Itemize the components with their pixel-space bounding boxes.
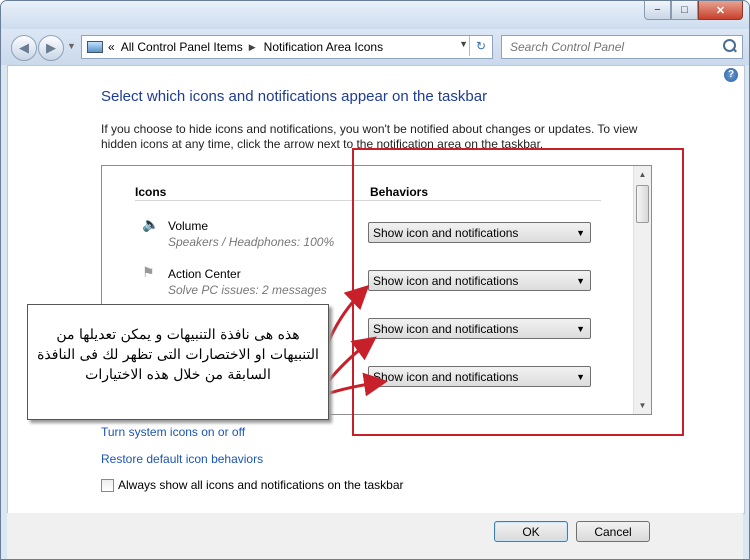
search-input[interactable]	[508, 37, 712, 57]
maximize-button[interactable]: □	[671, 1, 698, 20]
column-header-icons: Icons	[135, 185, 167, 199]
highlight-rectangle	[352, 148, 684, 436]
search-icon[interactable]	[723, 39, 736, 52]
forward-button[interactable]: ▶	[38, 35, 64, 61]
navigation-bar: ◀ ▶ ▼ « All Control Panel Items ▶ Notifi…	[1, 29, 749, 65]
restore-defaults-link[interactable]: Restore default icon behaviors	[101, 452, 263, 466]
breadcrumb-separator-icon[interactable]: ▶	[249, 42, 256, 53]
breadcrumb-overflow[interactable]: «	[108, 40, 115, 54]
minimize-button[interactable]: −	[644, 1, 671, 20]
annotation-text: هذه هى نافذة التنبيهات و يمكن تعديلها من…	[37, 327, 319, 383]
back-arrow-icon: ◀	[19, 40, 29, 55]
breadcrumb-all-control-panel-items[interactable]: All Control Panel Items	[121, 40, 243, 54]
address-dropdown-icon[interactable]: ▼	[459, 39, 468, 49]
address-bar[interactable]: « All Control Panel Items ▶ Notification…	[81, 35, 493, 59]
turn-system-icons-link[interactable]: Turn system icons on or off	[101, 425, 245, 439]
row-name-action-center: Action Center	[168, 267, 241, 281]
ok-button[interactable]: OK	[494, 521, 568, 542]
always-show-checkbox[interactable]	[101, 478, 114, 492]
refresh-button[interactable]: ↻	[469, 36, 492, 56]
row-detail-volume: Speakers / Headphones: 100%	[168, 235, 335, 249]
forward-arrow-icon: ▶	[46, 40, 56, 55]
title-bar: − □ ✕	[1, 1, 749, 29]
search-box[interactable]	[501, 35, 743, 59]
annotation-callout: هذه هى نافذة التنبيهات و يمكن تعديلها من…	[27, 304, 329, 420]
help-icon[interactable]: ?	[724, 68, 738, 82]
refresh-icon: ↻	[475, 39, 487, 53]
minimize-icon: −	[654, 4, 661, 16]
always-show-option[interactable]: Always show all icons and notifications …	[101, 478, 404, 492]
control-panel-icon	[87, 41, 103, 53]
back-button[interactable]: ◀	[11, 35, 37, 61]
row-name-volume: Volume	[168, 219, 209, 233]
speaker-icon: 🔈	[142, 216, 160, 232]
recent-pages-chevron-icon[interactable]: ▼	[67, 41, 76, 51]
cancel-button[interactable]: Cancel	[576, 521, 650, 542]
breadcrumb-notification-area-icons[interactable]: Notification Area Icons	[264, 40, 383, 54]
close-button[interactable]: ✕	[698, 1, 743, 20]
flag-icon: ⚑	[142, 264, 155, 280]
caption-buttons: − □ ✕	[644, 1, 743, 20]
close-icon: ✕	[715, 4, 726, 17]
dialog-footer: OK Cancel	[7, 513, 743, 559]
always-show-label: Always show all icons and notifications …	[118, 478, 404, 492]
row-detail-action-center: Solve PC issues: 2 messages	[168, 283, 327, 297]
maximize-icon: □	[681, 4, 688, 16]
page-title: Select which icons and notifications app…	[101, 88, 488, 105]
